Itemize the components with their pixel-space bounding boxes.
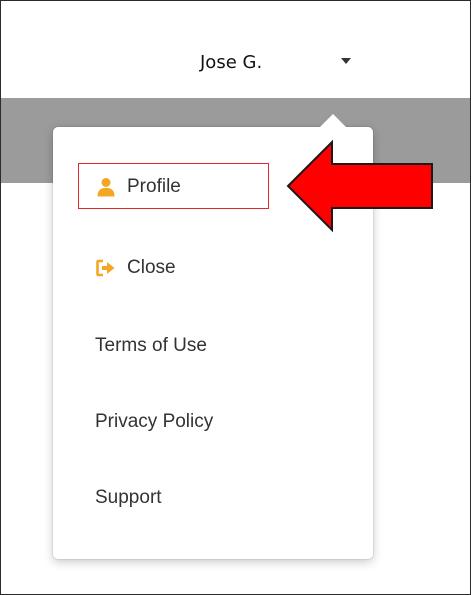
chevron-down-icon[interactable] xyxy=(341,58,351,64)
annotation-arrow-icon xyxy=(286,139,433,233)
menu-item-support[interactable]: Support xyxy=(95,487,162,509)
user-menu-name[interactable]: Jose G. xyxy=(200,52,262,73)
menu-item-label: Privacy Policy xyxy=(95,411,214,432)
menu-item-label: Profile xyxy=(127,176,181,197)
dropdown-pointer xyxy=(320,114,346,127)
menu-item-label: Close xyxy=(127,257,176,278)
menu-item-terms-of-use[interactable]: Terms of Use xyxy=(95,335,207,357)
menu-item-privacy-policy[interactable]: Privacy Policy xyxy=(95,411,213,433)
menu-item-profile[interactable]: Profile xyxy=(95,176,181,198)
menu-item-close[interactable]: Close xyxy=(95,257,176,279)
menu-item-label: Terms of Use xyxy=(95,335,207,356)
person-icon xyxy=(95,176,117,198)
menu-item-label: Support xyxy=(95,487,162,508)
sign-out-icon xyxy=(95,257,117,279)
